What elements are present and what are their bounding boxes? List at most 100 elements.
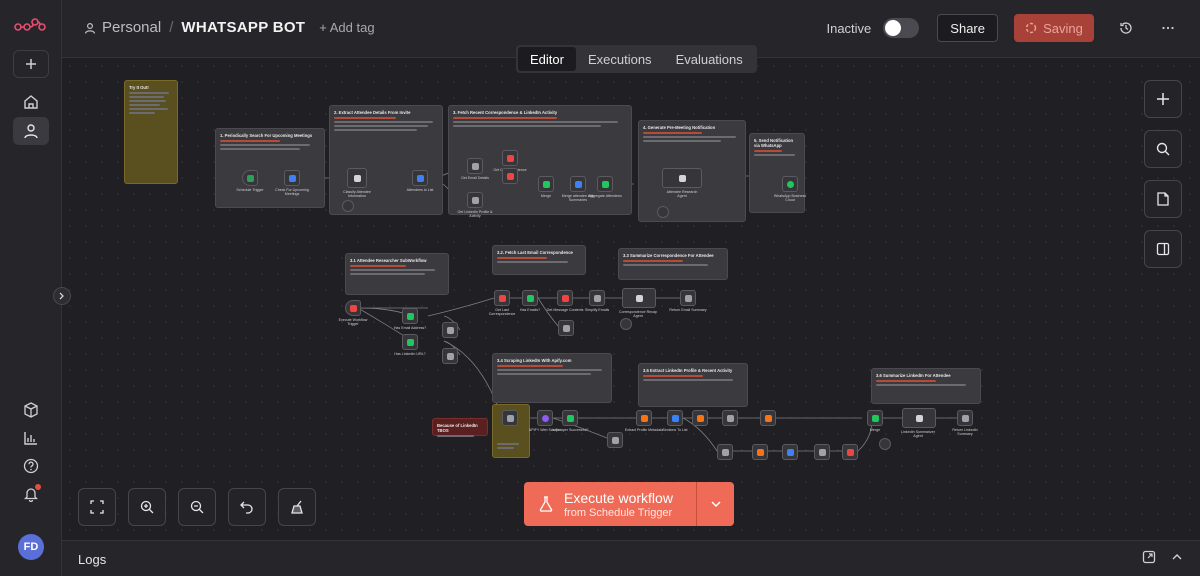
n8n-logo[interactable] — [14, 14, 46, 38]
add-tag-button[interactable]: + Add tag — [319, 20, 374, 35]
node-return-email-error[interactable] — [442, 322, 458, 338]
sticky-note-extract-attendees[interactable]: 2. Extract Attendee Details From Invite — [329, 105, 443, 215]
history-button[interactable] — [1114, 16, 1138, 40]
tidy-up-button[interactable] — [278, 488, 316, 526]
help-button[interactable] — [13, 452, 49, 480]
sticky-note-try-it-out[interactable]: Try It Out! — [124, 80, 178, 184]
node-merge[interactable] — [538, 176, 554, 192]
zoom-in-button[interactable] — [128, 488, 166, 526]
workflow-name[interactable]: WHATSAPP BOT — [181, 19, 305, 36]
node-get-message-contents[interactable] — [557, 290, 573, 306]
sticky-note-summarize-correspondence[interactable]: 3.3 Summarize Correspondence For Attende… — [618, 248, 728, 280]
node-research-agent[interactable] — [662, 168, 702, 188]
fit-view-button[interactable] — [78, 488, 116, 526]
search-nodes-button[interactable] — [1144, 130, 1182, 168]
home-button[interactable] — [13, 88, 49, 116]
undo-button[interactable] — [228, 488, 266, 526]
sticky-note-scraping-linkedin[interactable]: 3.4 Scraping LinkedIn With Apify.com — [492, 353, 612, 403]
openai-model-subnode[interactable] — [657, 206, 669, 218]
workflow-canvas[interactable]: Try It Out! 1. Periodically Search For U… — [62, 58, 1200, 540]
node-attendees-to-list[interactable] — [412, 170, 428, 186]
node-get-linkedin[interactable] — [467, 192, 483, 208]
node-limit-posts[interactable] — [842, 444, 858, 460]
node-set-linkedin-url[interactable] — [502, 410, 518, 426]
openai-model-subnode[interactable] — [879, 438, 891, 450]
text-line — [334, 121, 433, 123]
node-merge-summaries[interactable] — [570, 176, 586, 192]
node-has-email[interactable] — [402, 308, 418, 324]
activation-toggle[interactable] — [883, 18, 920, 38]
sidebar-collapse-button[interactable] — [53, 287, 71, 305]
toggle-panel-button[interactable] — [1144, 230, 1182, 268]
node-execute-workflow-trigger[interactable] — [345, 300, 361, 316]
node-apify-scraper[interactable] — [537, 410, 553, 426]
node-extract-activity[interactable] — [760, 410, 776, 426]
logs-actions — [1142, 550, 1184, 564]
node-is-scraper-successful[interactable] — [562, 410, 578, 426]
node-schedule-trigger[interactable] — [242, 170, 258, 186]
pencil-icon — [684, 294, 692, 302]
execute-workflow-button[interactable]: Execute workflow from Schedule Trigger — [524, 482, 696, 526]
node-return-linkedin-summary[interactable] — [957, 410, 973, 426]
node-get-email[interactable] — [467, 158, 483, 174]
node-classify-attendees[interactable] — [347, 168, 367, 188]
node-set-activity[interactable] — [717, 444, 733, 460]
node-has-emails[interactable] — [522, 290, 538, 306]
openai-model-subnode[interactable] — [342, 200, 354, 212]
openai-model-subnode[interactable] — [620, 318, 632, 330]
node-google-calendar[interactable] — [284, 170, 300, 186]
saving-button[interactable]: Saving — [1014, 14, 1094, 42]
node-execute-workflow[interactable] — [502, 168, 518, 184]
text-line — [453, 117, 558, 119]
node-simplify-emails[interactable] — [589, 290, 605, 306]
sticky-note-summarize-linkedin[interactable]: 3.6 Summarize LinkedIn For Attendee — [871, 368, 981, 404]
notifications-button[interactable] — [13, 480, 49, 508]
node-whatsapp[interactable] — [782, 176, 798, 192]
project-link[interactable]: Personal — [84, 19, 161, 36]
limit-icon — [846, 448, 854, 456]
add-node-button[interactable] — [1144, 80, 1182, 118]
templates-button[interactable] — [13, 396, 49, 424]
tab-executions[interactable]: Executions — [576, 47, 664, 71]
node-return-email-summary[interactable] — [680, 290, 696, 306]
sticky-note-extract-linkedin[interactable]: 3.5 Extract LinkedIn Profile & Recent Ac… — [638, 363, 748, 407]
node-return-linkedin-error[interactable] — [607, 432, 623, 448]
node-aggregate[interactable] — [597, 176, 613, 192]
node-posts-to-list[interactable] — [782, 444, 798, 460]
tab-evaluations[interactable]: Evaluations — [664, 47, 755, 71]
text-line — [643, 140, 722, 142]
text-line — [623, 260, 683, 262]
chevron-up-icon[interactable] — [1170, 550, 1184, 564]
node-get-correspondence[interactable] — [502, 150, 518, 166]
node-merge-linkedin[interactable] — [867, 410, 883, 426]
zoom-out-button[interactable] — [178, 488, 216, 526]
node-get-last-correspondence[interactable] — [494, 290, 510, 306]
more-options-button[interactable] — [1156, 16, 1180, 40]
tab-editor[interactable]: Editor — [518, 47, 576, 71]
node-return-email-none[interactable] — [558, 320, 574, 336]
node-section-filter[interactable] — [692, 410, 708, 426]
node-set-sections[interactable] — [722, 410, 738, 426]
logs-panel[interactable]: Logs — [62, 540, 1200, 576]
node-sections-to-list[interactable] — [667, 410, 683, 426]
popout-icon[interactable] — [1142, 550, 1156, 564]
sticky-note-fetch-email[interactable]: 3.2. Fetch Last Email Correspondence — [492, 245, 586, 275]
sticky-note-researcher-subworkflow[interactable]: 3.1 Attendee Researcher SubWorkflow — [345, 253, 449, 295]
avatar[interactable]: FD — [18, 534, 44, 560]
sticky-note-linkedin-tbos[interactable]: Because of LinkedIn TBOS — [432, 418, 488, 437]
share-button[interactable]: Share — [937, 14, 998, 42]
node-extract-profile[interactable] — [636, 410, 652, 426]
node-extract-posts[interactable] — [752, 444, 768, 460]
node-return-linkedin-error[interactable] — [442, 348, 458, 364]
personal-button[interactable] — [13, 117, 49, 145]
node-set-posts[interactable] — [814, 444, 830, 460]
add-sticky-button[interactable] — [1144, 180, 1182, 218]
node-label: Execute Workflow Trigger — [338, 318, 368, 327]
execute-dropdown-button[interactable] — [696, 482, 734, 526]
node-has-linkedin[interactable] — [402, 334, 418, 350]
node-correspondence-agent[interactable] — [622, 288, 656, 308]
create-button[interactable] — [13, 50, 49, 78]
node-linkedin-summarizer[interactable] — [902, 408, 936, 428]
insights-button[interactable] — [13, 424, 49, 452]
text-line — [497, 447, 514, 449]
